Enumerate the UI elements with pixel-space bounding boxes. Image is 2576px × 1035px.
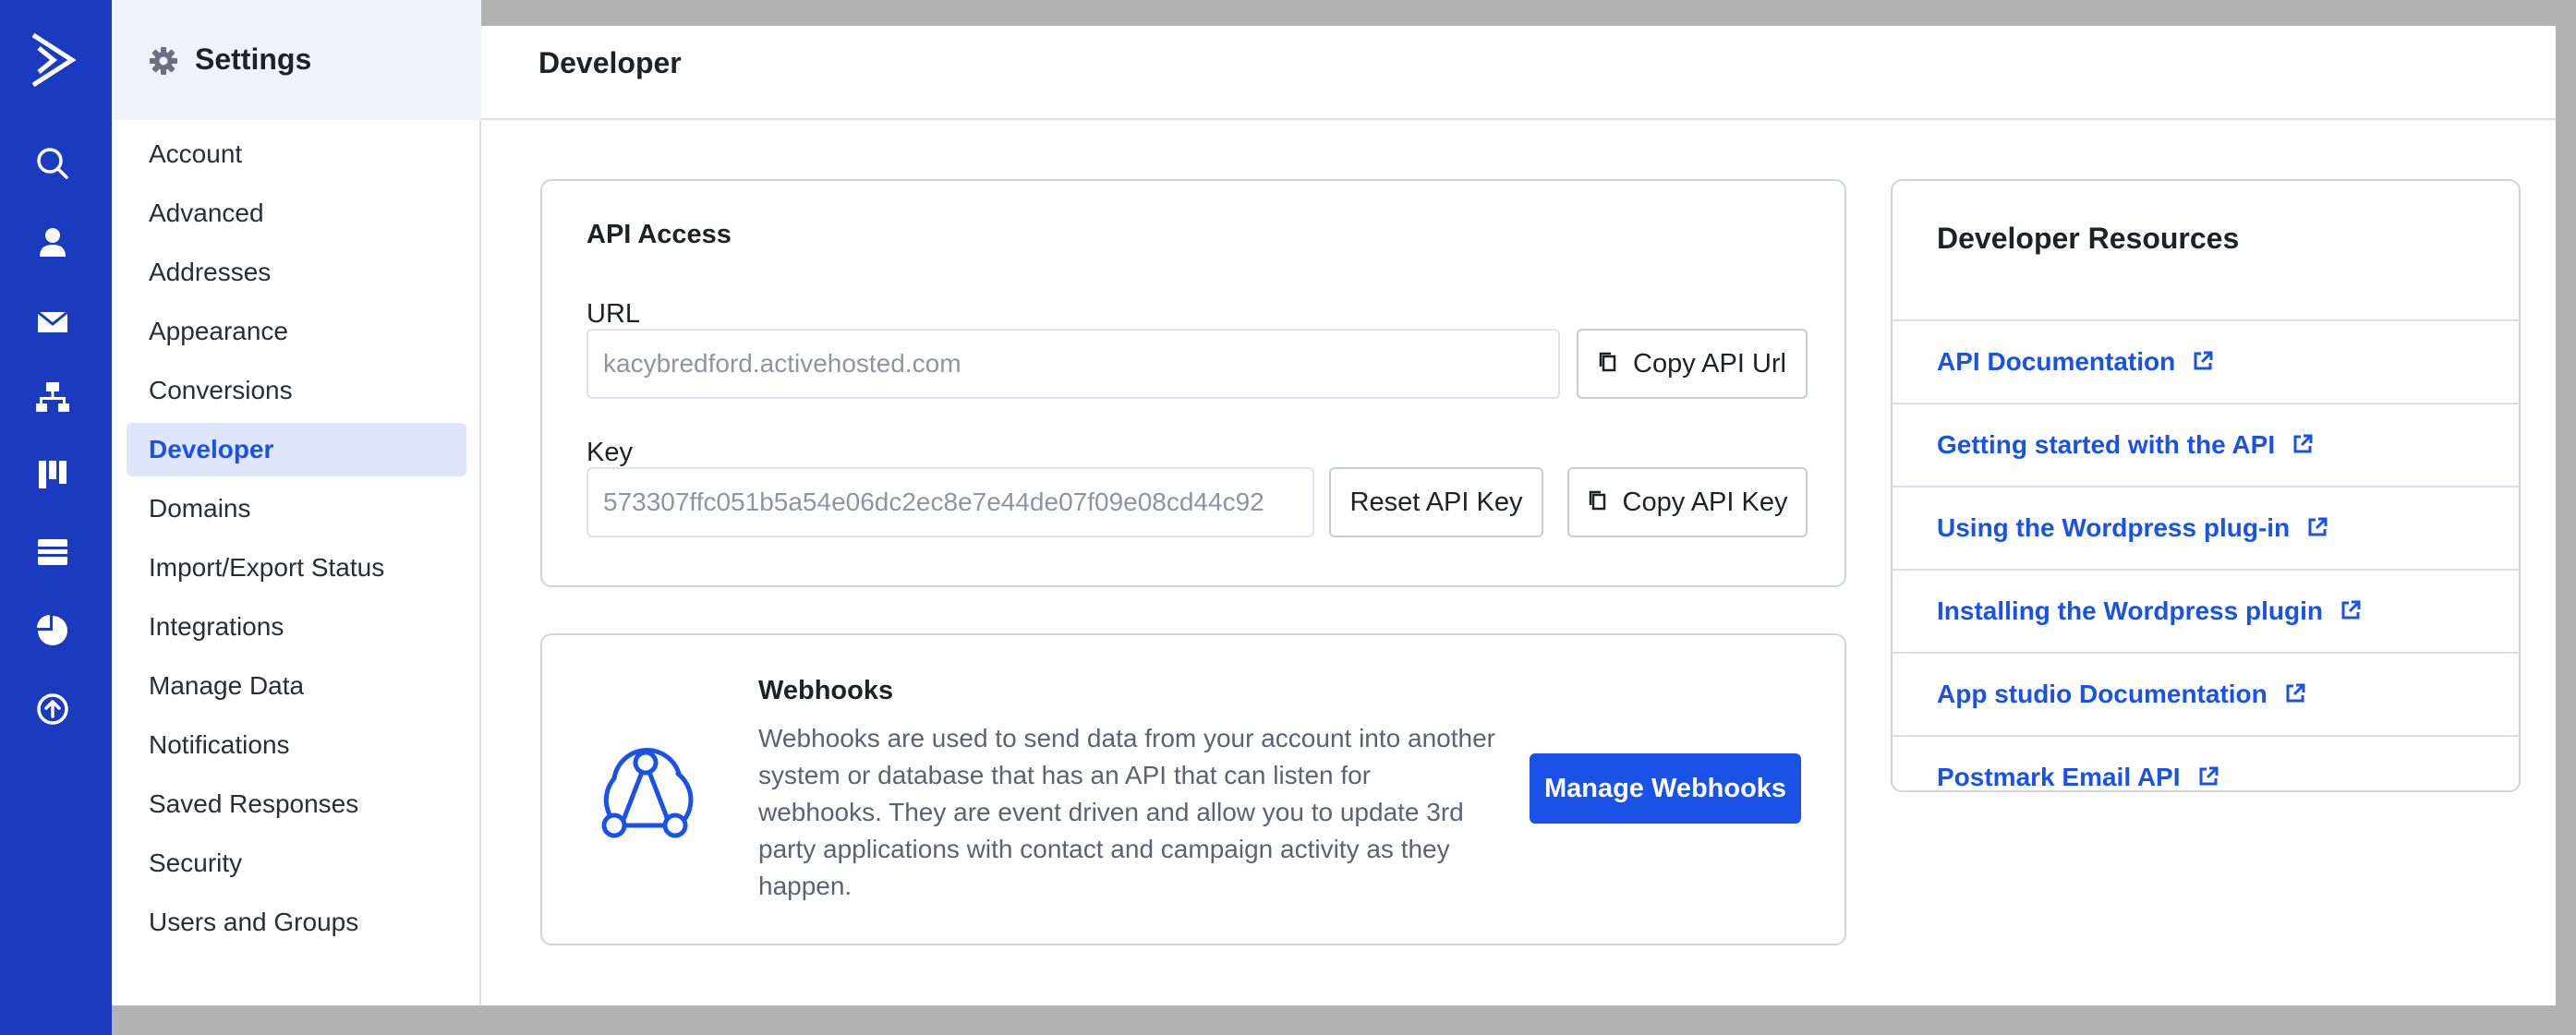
url-label: URL (587, 299, 641, 329)
contact-icon[interactable] (31, 222, 74, 264)
external-link-icon (2341, 600, 2361, 620)
sidebar-title: Settings (195, 42, 312, 76)
search-icon[interactable] (31, 142, 74, 185)
sidebar-item-notifications[interactable]: Notifications (127, 718, 466, 777)
resource-link-api-documentation[interactable]: API Documentation (1893, 319, 2519, 403)
sidebar-item-manage-data[interactable]: Manage Data (127, 659, 466, 718)
resource-link-installing-wordpress[interactable]: Installing the Wordpress plugin (1893, 569, 2519, 652)
automation-icon[interactable] (31, 375, 74, 417)
sidebar-item-import-export-status[interactable]: Import/Export Status (127, 541, 466, 600)
sidebar-item-security[interactable]: Security (127, 836, 466, 896)
resource-link-wordpress-plug-in[interactable]: Using the Wordpress plug-in (1893, 486, 2519, 569)
resource-link-label: Installing the Wordpress plugin (1937, 596, 2323, 625)
settings-sidebar: Settings Account Advanced Addresses Appe… (112, 0, 481, 1005)
webhooks-description: Webhooks are used to send data from your… (758, 724, 1495, 900)
resource-link-label: App studio Documentation (1937, 680, 2268, 708)
resource-link-label: Getting started with the API (1937, 430, 2276, 459)
sidebar-item-conversions[interactable]: Conversions (127, 364, 466, 423)
logo-icon[interactable] (26, 30, 79, 90)
site-icon[interactable] (31, 531, 74, 573)
external-link-icon (2199, 766, 2219, 786)
reports-icon[interactable] (31, 609, 74, 652)
external-link-icon (2286, 683, 2305, 703)
resources-heading: Developer Resources (1937, 222, 2240, 255)
pipeline-icon[interactable] (31, 452, 74, 495)
resource-link-label: Postmark Email API (1937, 763, 2181, 791)
sidebar-item-developer[interactable]: Developer (127, 423, 466, 476)
resource-link-app-studio[interactable]: App studio Documentation (1893, 652, 2519, 735)
main-content: Developer API Access URL kacybredford.ac… (481, 26, 2556, 1005)
api-key-field[interactable]: 573307ffc051b5a54e06dc2ec8e7e44de07f09e0… (587, 467, 1314, 537)
sidebar-item-saved-responses[interactable]: Saved Responses (127, 777, 466, 836)
mail-icon[interactable] (31, 301, 74, 343)
page-title: Developer (538, 46, 682, 79)
external-link-icon (2293, 434, 2313, 453)
api-url-field[interactable]: kacybredford.activehosted.com (587, 329, 1560, 399)
resource-link-label: Using the Wordpress plug-in (1937, 513, 2291, 542)
resource-link-getting-started[interactable]: Getting started with the API (1893, 403, 2519, 486)
copy-api-key-button[interactable]: Copy API Key (1567, 467, 1808, 537)
api-access-heading: API Access (587, 220, 732, 249)
external-link-icon (2308, 517, 2328, 536)
resource-link-label: API Documentation (1937, 347, 2176, 376)
key-label: Key (587, 438, 633, 467)
upgrade-icon[interactable] (31, 688, 74, 730)
api-access-card: API Access URL kacybredford.activehosted… (540, 179, 1846, 587)
copy-icon (1599, 353, 1616, 372)
sidebar-item-users-and-groups[interactable]: Users and Groups (127, 896, 466, 955)
sidebar-item-appearance[interactable]: Appearance (127, 305, 466, 364)
resource-link-postmark-email-api[interactable]: Postmark Email API (1893, 735, 2519, 818)
copy-api-key-label: Copy API Key (1622, 487, 1788, 517)
sidebar-item-integrations[interactable]: Integrations (127, 600, 466, 659)
sidebar-item-account[interactable]: Account (127, 127, 466, 187)
app-rail (0, 0, 112, 1035)
external-link-icon (2194, 351, 2213, 370)
copy-api-url-button[interactable]: Copy API Url (1577, 329, 1808, 399)
resources-list: API Documentation Getting started with t… (1893, 319, 2519, 818)
page-header: Developer (481, 26, 2556, 120)
reset-api-key-button[interactable]: Reset API Key (1329, 467, 1543, 537)
sidebar-header: Settings (114, 0, 481, 120)
webhooks-card: Webhooks Webhooks are used to send data … (540, 633, 1846, 945)
copy-icon (1589, 491, 1605, 511)
gear-icon (150, 47, 177, 75)
sidebar-item-addresses[interactable]: Addresses (127, 246, 466, 305)
webhooks-heading: Webhooks (758, 676, 894, 705)
settings-nav: Account Advanced Addresses Appearance Co… (127, 127, 466, 955)
sidebar-item-domains[interactable]: Domains (127, 482, 466, 541)
manage-webhooks-button[interactable]: Manage Webhooks (1530, 753, 1801, 824)
sidebar-item-advanced[interactable]: Advanced (127, 187, 466, 246)
copy-api-url-label: Copy API Url (1633, 349, 1786, 379)
webhook-icon (601, 748, 694, 838)
developer-resources-card: Developer Resources API Documentation Ge… (1891, 179, 2521, 792)
